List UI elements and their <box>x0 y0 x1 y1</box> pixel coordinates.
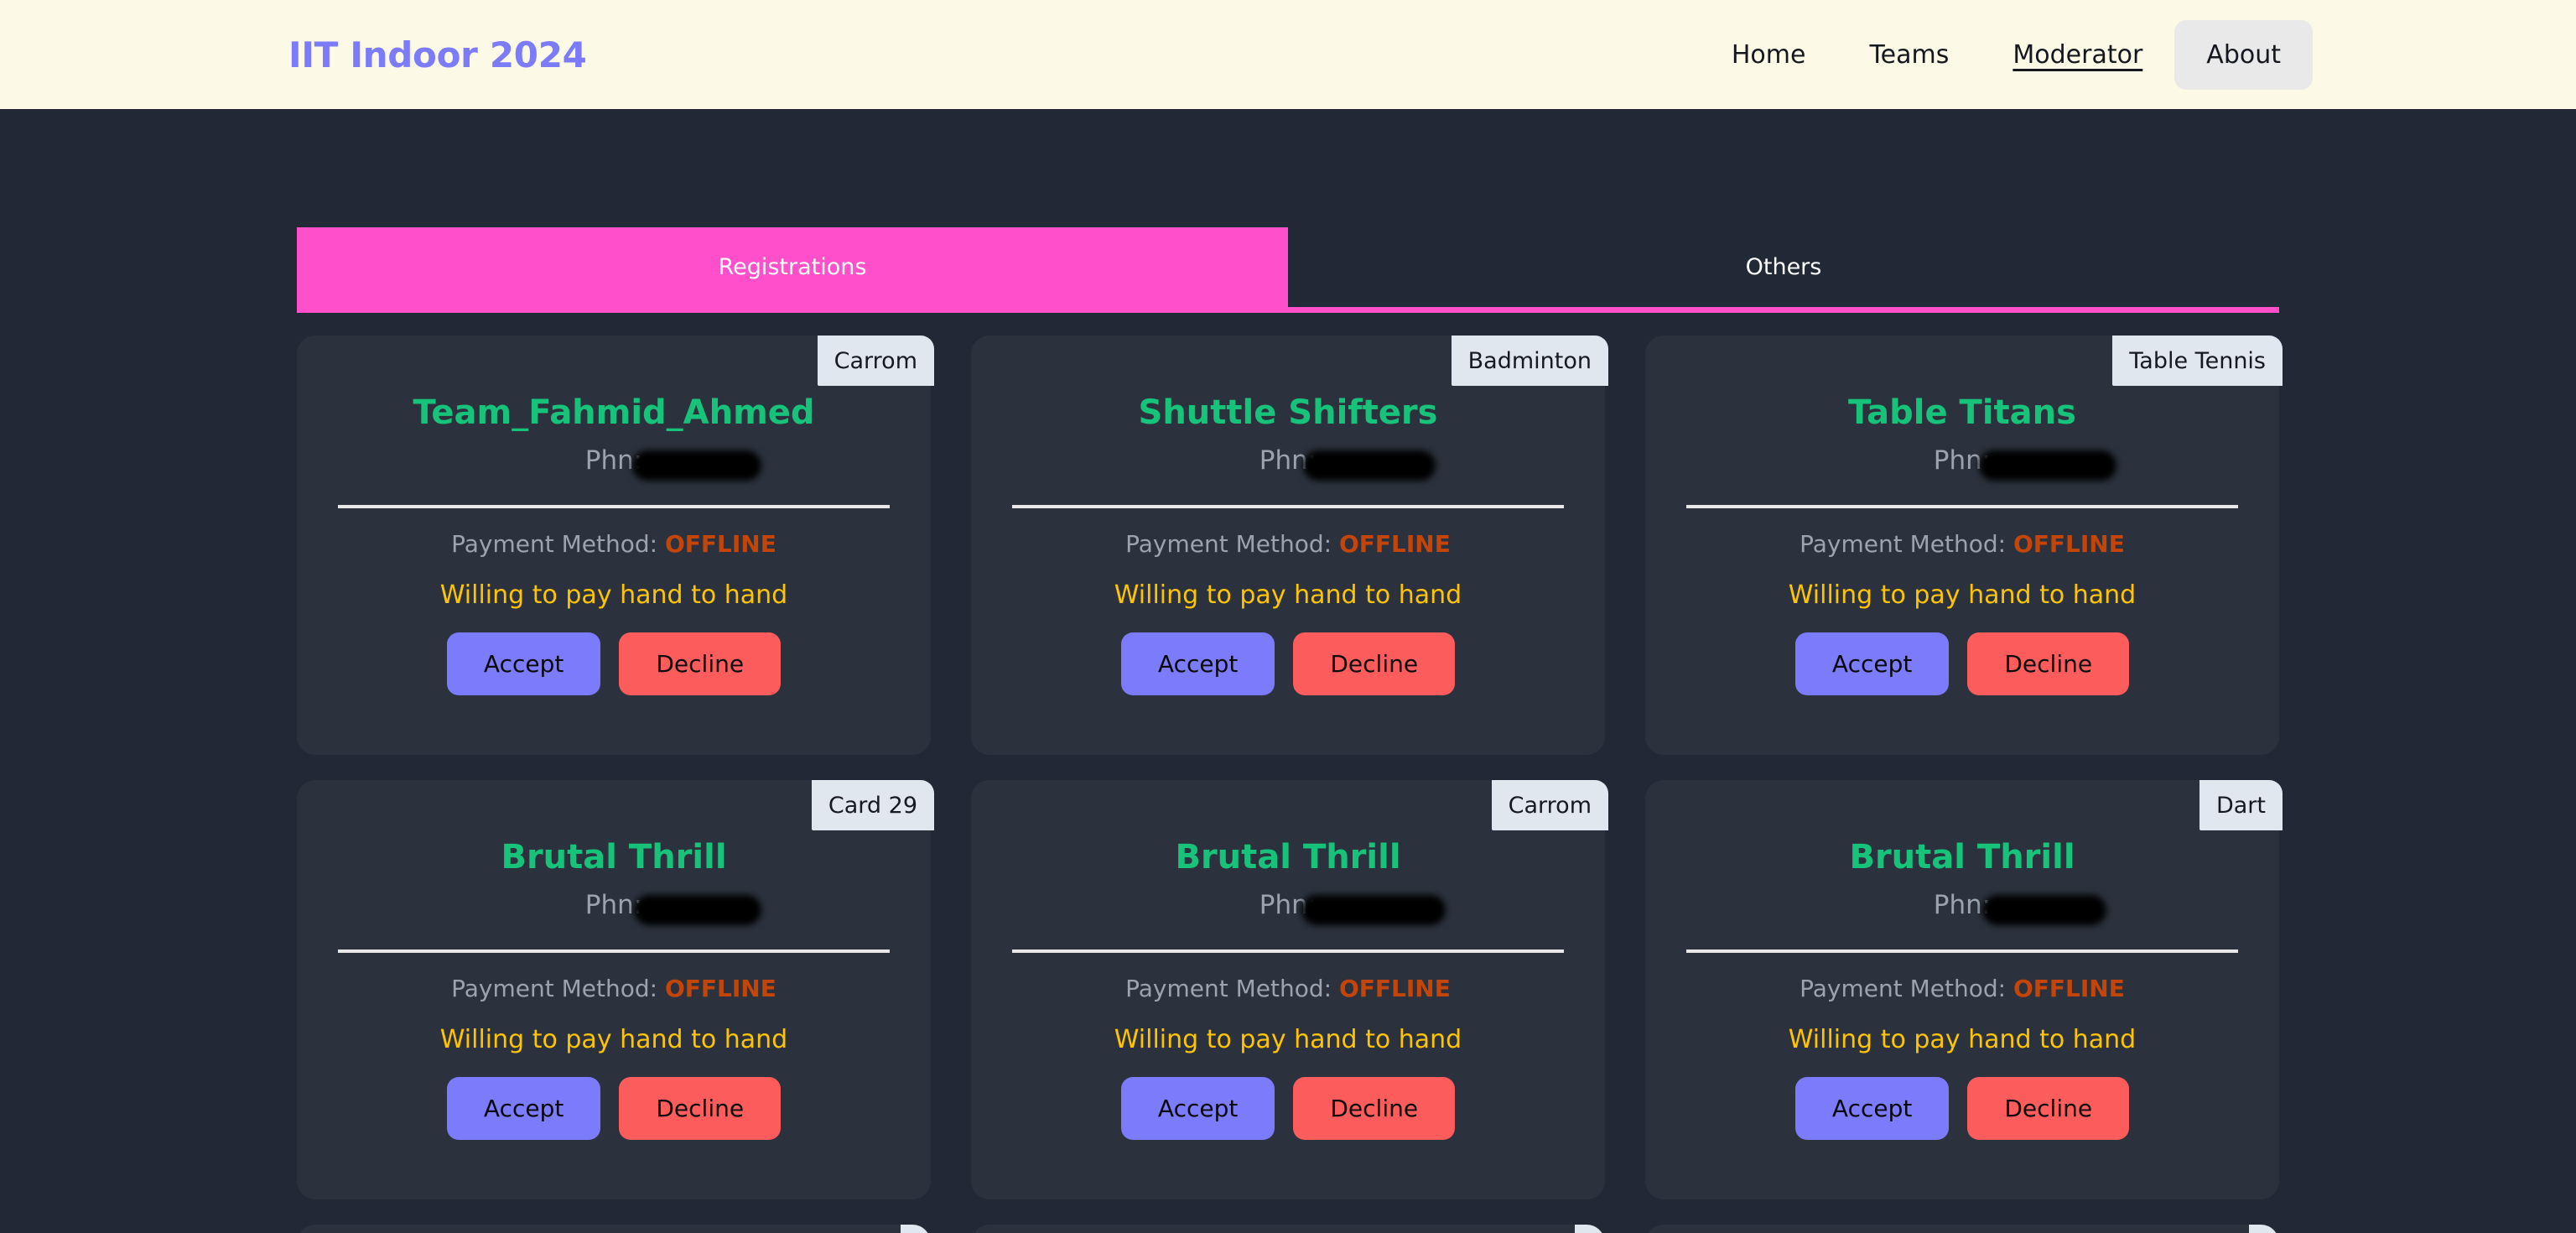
payment-method-label: Payment Method: <box>1125 975 1332 1002</box>
registration-card: Carrom Brutal Thrill Phn: Payment Method: O… <box>971 780 1605 1199</box>
payment-method-value: OFFLINE <box>665 530 776 558</box>
sport-badge: Badminton <box>1452 336 1608 386</box>
phone-row: Phn: <box>1682 892 2242 931</box>
accept-button[interactable]: Accept <box>447 632 600 695</box>
phone-redaction-bar <box>1301 895 1446 925</box>
phone-row: Phn: <box>1008 892 1568 931</box>
payment-note: Willing to pay hand to hand <box>334 1028 894 1053</box>
team-name: Brutal Thrill <box>334 839 894 876</box>
registration-card: Table TennisTable TitansPhn:Payment Meth… <box>1645 336 2279 755</box>
content-container: Registrations Others Carrom Team_Fahmid_A… <box>297 109 2279 1233</box>
accept-button[interactable]: Accept <box>1795 1077 1949 1140</box>
phone-redaction-bar <box>1303 450 1436 481</box>
phone-row: Phn: <box>1008 448 1568 486</box>
payment-method-row: Payment Method: OFFLINE <box>1008 977 1568 1001</box>
navbar: IIT Indoor 2024 Home Teams Moderator Abo… <box>0 0 2576 109</box>
card-actions: Accept Decline <box>1008 632 1568 695</box>
card-divider <box>1686 505 2238 508</box>
team-name: Shuttle Shifters <box>1008 394 1568 431</box>
decline-button[interactable]: Decline <box>619 1077 781 1140</box>
phone-row: Phn: <box>334 892 894 931</box>
sport-badge <box>1575 1225 1605 1233</box>
nav-link-moderator[interactable]: Moderator <box>1981 20 2174 90</box>
tab-others[interactable]: Others <box>1288 227 2279 307</box>
phone-redaction-bar <box>1982 895 2106 925</box>
registration-card <box>971 1225 1605 1233</box>
sport-badge: Dart <box>2199 780 2283 830</box>
card-divider <box>338 505 890 508</box>
sport-badge: Table Tennis <box>2112 336 2283 386</box>
decline-button[interactable]: Decline <box>1293 632 1455 695</box>
registration-card-grid: Carrom Team_Fahmid_Ahmed Phn: Payment Metho… <box>297 313 2279 1233</box>
card-divider <box>1686 949 2238 953</box>
accept-button[interactable]: Accept <box>1795 632 1949 695</box>
registration-card <box>297 1225 931 1233</box>
payment-note: Willing to pay hand to hand <box>1008 1028 1568 1053</box>
payment-method-value: OFFLINE <box>1339 530 1451 558</box>
decline-button[interactable]: Decline <box>1293 1077 1455 1140</box>
team-name: Team_Fahmid_Ahmed <box>334 394 894 431</box>
phone-row: Phn: <box>1682 448 2242 486</box>
phone-redaction-bar <box>632 450 761 481</box>
decline-button[interactable]: Decline <box>619 632 781 695</box>
payment-note: Willing to pay hand to hand <box>1682 1028 2242 1053</box>
card-divider <box>338 949 890 953</box>
team-name: Table Titans <box>1682 394 2242 431</box>
phone-redaction-bar <box>634 895 761 925</box>
sport-badge <box>2249 1225 2279 1233</box>
payment-method-row: Payment Method: OFFLINE <box>1008 533 1568 556</box>
payment-method-value: OFFLINE <box>1339 975 1451 1002</box>
payment-method-label: Payment Method: <box>451 530 657 558</box>
team-name: Brutal Thrill <box>1682 839 2242 876</box>
registration-card <box>1645 1225 2279 1233</box>
payment-method-value: OFFLINE <box>2013 975 2125 1002</box>
sport-badge: Carrom <box>1492 780 1608 830</box>
payment-note: Willing to pay hand to hand <box>1682 583 2242 608</box>
team-name: Brutal Thrill <box>1008 839 1568 876</box>
brand-title[interactable]: IIT Indoor 2024 <box>288 34 587 75</box>
sport-badge: Carrom <box>818 336 934 386</box>
registration-card: DartBrutal ThrillPhn:Payment Method: OFF… <box>1645 780 2279 1199</box>
registration-card: Card 29 Brutal Thrill Phn: Payment Method: … <box>297 780 931 1199</box>
nav-link-teams[interactable]: Teams <box>1837 20 1981 90</box>
decline-button[interactable]: Decline <box>1967 1077 2129 1140</box>
nav-link-home[interactable]: Home <box>1700 20 1838 90</box>
tab-registrations[interactable]: Registrations <box>297 227 1288 307</box>
decline-button[interactable]: Decline <box>1967 632 2129 695</box>
payment-method-label: Payment Method: <box>1125 530 1332 558</box>
payment-method-row: Payment Method: OFFLINE <box>1682 533 2242 556</box>
payment-method-value: OFFLINE <box>2013 530 2125 558</box>
payment-note: Willing to pay hand to hand <box>334 583 894 608</box>
sport-badge: Card 29 <box>812 780 934 830</box>
payment-method-row: Payment Method: OFFLINE <box>1682 977 2242 1001</box>
sport-badge <box>901 1225 931 1233</box>
nav-link-about[interactable]: About <box>2174 20 2313 90</box>
accept-button[interactable]: Accept <box>447 1077 600 1140</box>
card-divider <box>1012 505 1564 508</box>
payment-method-row: Payment Method: OFFLINE <box>334 533 894 556</box>
card-actions: Accept Decline <box>1008 1077 1568 1140</box>
payment-method-label: Payment Method: <box>1800 975 2006 1002</box>
phone-redaction-bar <box>1979 450 2116 481</box>
card-actions: Accept Decline <box>1682 632 2242 695</box>
registration-card: Badminton Shuttle Shifters Phn: Payment Met… <box>971 336 1605 755</box>
tab-bar: Registrations Others <box>297 227 2279 313</box>
payment-method-label: Payment Method: <box>451 975 657 1002</box>
page-body: Registrations Others Carrom Team_Fahmid_A… <box>0 109 2576 1233</box>
payment-method-label: Payment Method: <box>1800 530 2006 558</box>
card-actions: Accept Decline <box>334 1077 894 1140</box>
registration-card: Carrom Team_Fahmid_Ahmed Phn: Payment Metho… <box>297 336 931 755</box>
card-actions: Accept Decline <box>334 632 894 695</box>
phone-row: Phn: <box>334 448 894 486</box>
payment-note: Willing to pay hand to hand <box>1008 583 1568 608</box>
card-actions: Accept Decline <box>1682 1077 2242 1140</box>
card-divider <box>1012 949 1564 953</box>
payment-method-value: OFFLINE <box>665 975 776 1002</box>
nav-links: Home Teams Moderator About <box>1700 20 2313 90</box>
payment-method-row: Payment Method: OFFLINE <box>334 977 894 1001</box>
accept-button[interactable]: Accept <box>1121 632 1275 695</box>
accept-button[interactable]: Accept <box>1121 1077 1275 1140</box>
